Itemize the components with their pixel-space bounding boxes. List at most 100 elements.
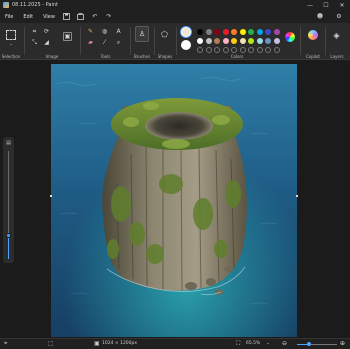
tools-group: ✎ ◍ A ▰ ⁄ ⌕ Tools [83,23,128,60]
color-swatch[interactable] [265,38,271,44]
share-icon[interactable]: ☻ [315,11,325,21]
layers-icon[interactable]: ◈ [332,31,341,40]
brush-icon[interactable]: ♙ [135,26,149,42]
color-swatch[interactable] [205,38,212,44]
layers-group: ◈ Layers [326,23,348,60]
resize-icon[interactable]: ⟳ [42,27,51,36]
magnifier-icon[interactable]: ⌕ [114,38,123,47]
maximize-icon[interactable]: ☐ [318,0,334,10]
custom-color-slot[interactable] [231,47,237,53]
canvas-resize-handle-left[interactable] [50,195,52,197]
shapes-icon[interactable]: ⬠ [160,30,169,39]
copilot-group-label: Copilot [305,54,321,59]
image-group-label: Image [45,54,59,59]
zoom-level[interactable]: 65.5% [246,341,260,346]
color-picker-icon[interactable]: ⁄ [100,38,109,47]
rotate-icon[interactable]: ⤡ [30,38,39,47]
selection-chevron-icon[interactable]: ⌄ [8,41,14,46]
island-painting [51,64,297,337]
shapes-group: ⬠ Shapes [155,23,175,60]
undo-icon[interactable]: ↶ [90,12,100,22]
shapes-group-label: Shapes [157,54,173,59]
fit-to-window-icon[interactable]: ⛶ [236,340,240,348]
custom-color-slot[interactable] [205,47,212,53]
save-icon[interactable] [62,12,72,22]
image-group: ⌗ ⟳ ⤡ ◢ ▣ Image [27,23,77,60]
menu-view[interactable]: View [38,14,60,20]
color-swatch[interactable] [197,29,203,35]
image-size-icon: ▣ [94,340,100,347]
eraser-icon[interactable]: ▰ [86,38,95,47]
color-swatch[interactable] [214,29,220,35]
selection-size-icon: ⬚ [48,340,54,347]
brushes-group-label: Brushes [133,54,151,59]
zoom-out-icon[interactable]: ⊖ [282,340,287,347]
crop-icon[interactable]: ⌗ [30,27,39,36]
color-swatch[interactable] [231,38,237,44]
colors-group-label: Colors [230,54,244,59]
paint-app-icon [3,2,9,8]
custom-color-slot[interactable] [273,47,280,53]
custom-color-slot[interactable] [248,47,254,53]
custom-color-slot[interactable] [222,47,229,53]
menu-file[interactable]: File [0,14,18,20]
color-swatch[interactable] [265,29,271,35]
color-swatch[interactable] [222,38,229,44]
paint-app: 08.11.2025 - Paint — ☐ ✕ File Edit View … [0,0,350,349]
color-swatch[interactable] [256,29,263,35]
image-canvas[interactable] [51,64,297,337]
custom-color-slot[interactable] [256,47,263,53]
custom-color-slot[interactable] [197,47,203,53]
save-as-icon[interactable] [76,12,86,22]
selection-group-label: Selection [1,54,21,59]
menubar-right-icons: ☻ ⚙ [313,11,346,21]
edit-colors-icon[interactable] [285,32,295,42]
gear-icon[interactable]: ⚙ [334,11,344,21]
selection-rectangle-icon[interactable] [6,30,16,40]
flip-icon[interactable]: ◢ [42,38,51,47]
side-zoom-panel: ▤ [3,137,14,263]
color-swatch[interactable] [248,29,254,35]
side-zoom-thumb[interactable] [6,232,11,238]
color-swatch[interactable] [231,29,237,35]
ribbon-divider [300,27,301,55]
menu-bar: File Edit View ↶ ↷ ☻ ⚙ [0,10,350,23]
zoom-slider-thumb[interactable] [307,342,311,346]
custom-color-slot[interactable] [214,47,220,53]
color-swatch[interactable] [273,38,280,44]
color-swatch[interactable] [205,29,212,35]
cursor-position-icon: ⌖ [4,340,8,347]
image-dimensions: 1024 × 1200px [102,341,138,346]
custom-color-slot[interactable] [239,47,246,53]
menu-edit[interactable]: Edit [18,14,38,20]
zoom-dropdown-icon[interactable]: ⌄ [266,341,270,346]
color-swatch[interactable] [239,29,246,35]
layers-group-label: Layers [330,54,344,59]
tools-group-label: Tools [100,54,111,59]
fill-icon[interactable]: ◍ [100,27,109,36]
color-swatch[interactable] [256,38,263,44]
color-swatch[interactable] [197,38,203,44]
primary-color[interactable] [181,27,191,37]
ribbon-toolbar: ⌄ Selection ⌗ ⟳ ⤡ ◢ ▣ Image ✎ ◍ A ▰ ⁄ ⌕ … [0,23,350,60]
custom-color-slot[interactable] [265,47,271,53]
minimize-icon[interactable]: — [302,0,318,10]
pencil-icon[interactable]: ✎ [86,27,95,36]
color-swatch[interactable] [273,29,280,35]
ribbon-divider [80,27,81,55]
color-swatch[interactable] [248,38,254,44]
copilot-icon[interactable] [308,30,318,40]
color-swatch[interactable] [214,38,220,44]
image-select-icon[interactable]: ▣ [63,32,72,41]
redo-icon[interactable]: ↷ [104,12,114,22]
zoom-in-icon[interactable]: ⊕ [340,340,345,347]
color-swatch[interactable] [239,38,246,44]
side-zoom-fill [8,235,9,259]
color-swatch[interactable] [222,29,229,35]
close-icon[interactable]: ✕ [334,0,350,10]
canvas-workspace: ▤ [0,60,350,338]
canvas-resize-handle-right[interactable] [296,195,298,197]
secondary-color[interactable] [181,40,191,50]
copilot-group: Copilot [302,23,324,60]
text-icon[interactable]: A [114,27,123,36]
